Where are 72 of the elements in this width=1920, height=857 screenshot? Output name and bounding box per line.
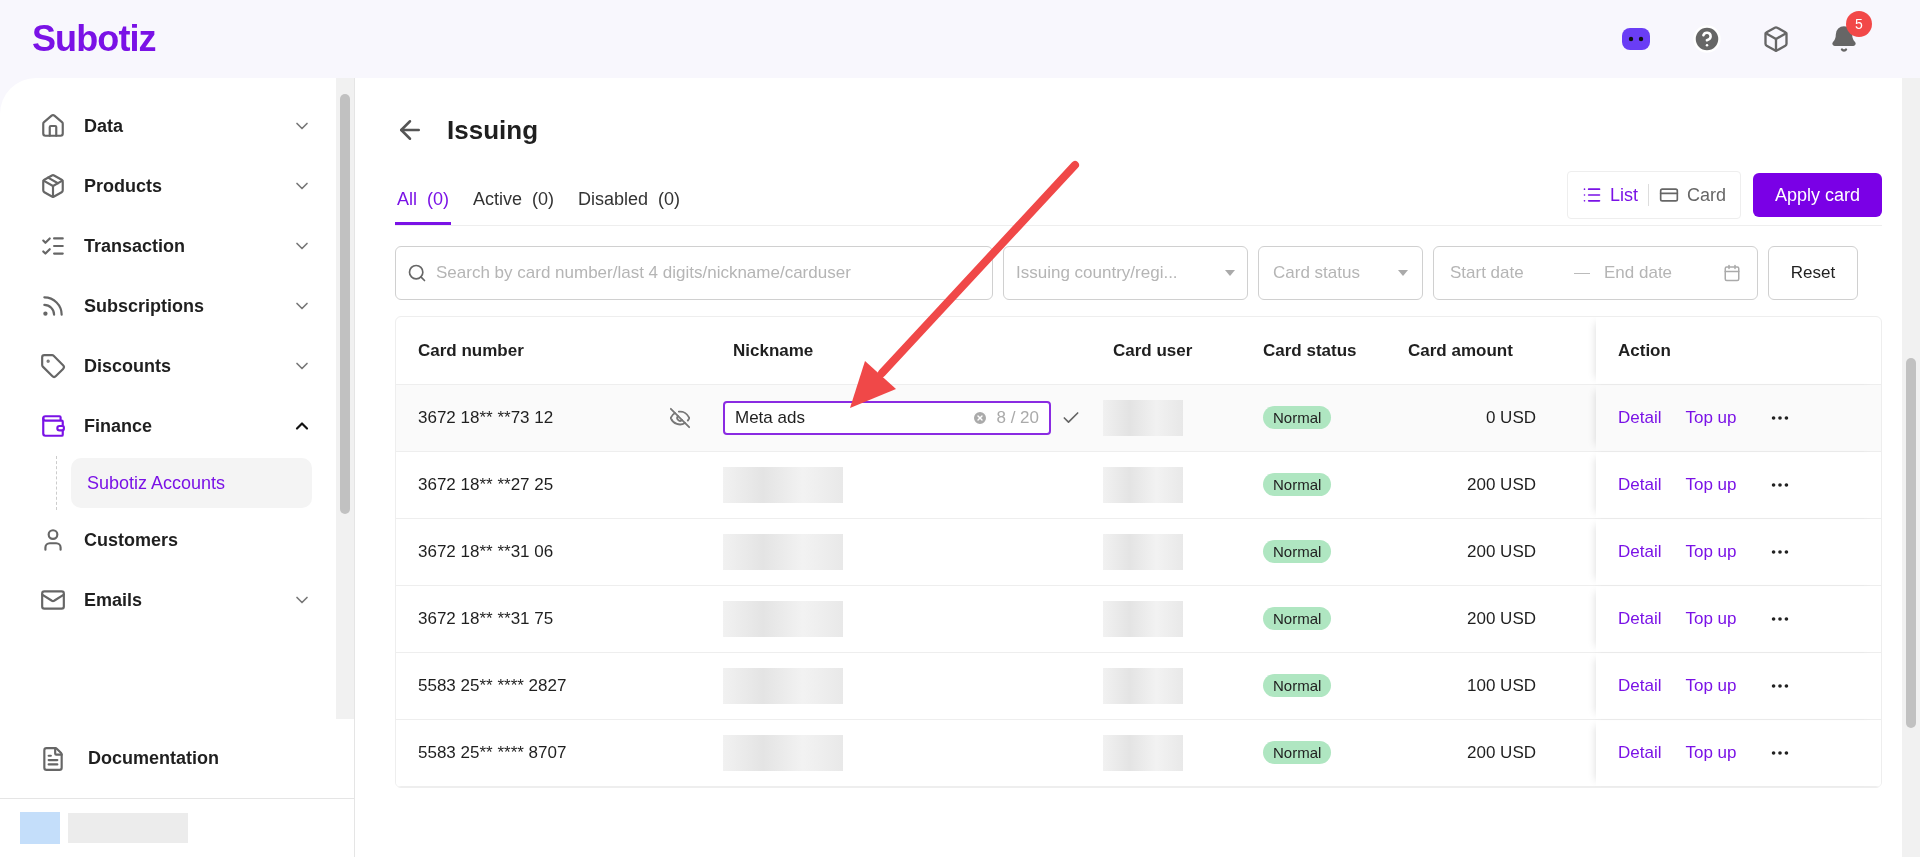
amount-cell: 200 USD [1467,542,1536,562]
sidebar-subitem[interactable]: Subotiz Accounts [71,458,312,508]
apply-card-button[interactable]: Apply card [1752,173,1882,217]
action-link[interactable]: Detail [1618,606,1662,632]
card-number-cell-text: 3672 18** **31 06 [418,541,554,564]
status-badge: Normal [1263,406,1332,430]
card-number-cell-text: 3672 18** **27 25 [418,474,554,497]
view-toggle-option[interactable]: Card [1658,181,1726,209]
sidebar-item[interactable]: Discounts [40,336,312,396]
filter-tab[interactable]: Disabled (0) [576,177,683,225]
view-toggle-option[interactable]: List [1581,181,1638,209]
documentation-link[interactable]: Documentation [88,745,219,772]
sidebar-item[interactable]: Data [40,96,312,156]
search-field[interactable]: Search by card number/last 4 digits/nickname/carduser [395,246,993,300]
documentation-icon [40,745,66,772]
status-badge: Normal [1263,741,1332,765]
card-number-cell-text: 3672 18** **31 75 [418,608,554,631]
status-badge: Normal [1263,607,1332,631]
dropdown-caret-icon [1225,270,1235,276]
action-link[interactable]: Detail [1618,673,1662,699]
action-link[interactable]: Top up [1685,606,1737,632]
action-link[interactable]: Detail [1618,740,1662,766]
status-badge: Normal [1263,674,1332,698]
action-link[interactable]: Top up [1685,740,1737,766]
scrollbar-thumb[interactable] [340,94,350,514]
action-link[interactable]: Detail [1618,405,1662,431]
action-link[interactable]: Top up [1685,405,1737,431]
hidden-eye-icon[interactable] [669,407,691,429]
brand-logo[interactable]: Subotiz [32,12,156,66]
calendar-icon [1723,264,1741,282]
column-header: Card amount [1408,340,1513,360]
amount-cell: 200 USD [1467,475,1536,495]
amount-cell: 200 USD [1467,743,1536,763]
filter-tab[interactable]: All (0) [395,177,451,225]
sidebar-item[interactable]: Finance [40,396,312,456]
status-badge: Normal [1263,473,1332,497]
column-header: Nickname [733,340,814,360]
nickname-input[interactable]: Meta ads 8 / 20 [723,401,1051,435]
avatar-placeholder [20,812,60,844]
status-badge: Normal [1263,540,1332,564]
reset-button[interactable]: Reset [1768,246,1858,300]
action-link[interactable]: Top up [1685,673,1737,699]
card-number-cell-text: 5583 25** **** 8707 [418,742,567,765]
page-title: Issuing [447,113,538,147]
amount-cell: 0 USD [1485,408,1536,428]
card-number-cell-text: 3672 18** **73 12 [418,407,554,430]
search-icon [407,263,427,283]
list-icon [1581,185,1602,205]
card-number-cell-text: 5583 25** **** 2827 [418,675,567,698]
sidebar-item[interactable]: Customers [40,510,312,570]
card-icon [1658,185,1679,205]
action-link[interactable]: Detail [1618,472,1662,498]
column-header: Card user [1113,340,1193,360]
column-header: Action [1618,339,1671,362]
sidebar-item[interactable]: Emails [40,570,312,630]
amount-cell: 100 USD [1467,676,1536,696]
package-icon[interactable] [1762,25,1790,53]
dropdown-caret-icon [1398,270,1408,276]
character-counter: 8 / 20 [996,407,1039,430]
help-icon[interactable] [1692,24,1722,54]
action-link[interactable]: Top up [1685,472,1737,498]
filter-tab[interactable]: Active (0) [471,177,557,225]
sidebar-item[interactable]: Transaction [40,216,312,276]
sidebar-item[interactable]: Products [40,156,312,216]
scrollbar-thumb[interactable] [1906,358,1916,728]
notification-badge: 5 [1846,11,1872,37]
sidebar-item[interactable]: Subscriptions [40,276,312,336]
column-header: Card number [418,340,524,360]
action-link[interactable]: Top up [1685,539,1737,565]
amount-cell: 200 USD [1467,609,1536,629]
action-link[interactable]: Detail [1618,539,1662,565]
column-header: Card status [1263,340,1357,360]
